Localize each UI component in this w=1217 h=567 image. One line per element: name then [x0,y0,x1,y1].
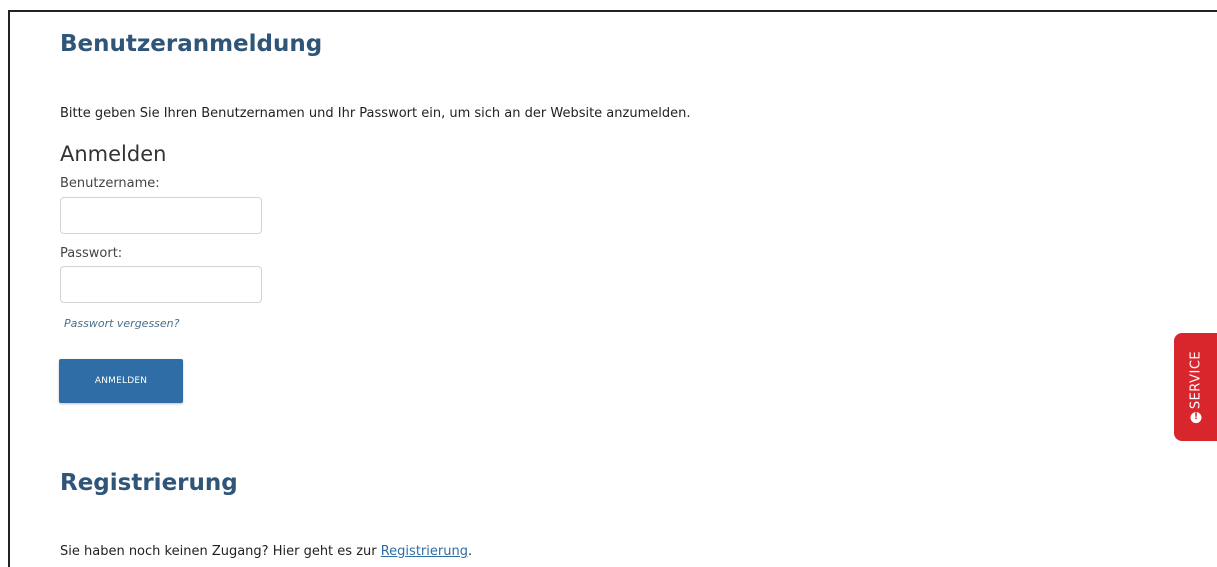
login-form-heading: Anmelden [60,142,167,166]
username-label: Benutzername: [60,176,160,191]
login-button[interactable]: ANMELDEN [59,359,183,403]
password-label: Passwort: [60,246,123,261]
login-title: Benutzeranmeldung [60,31,323,57]
service-tab-content: ! SERVICE [1188,350,1203,424]
forgot-password-link[interactable]: Passwort vergessen? [64,317,179,330]
registration-text-after: . [467,544,473,559]
registration-title: Registrierung [60,470,238,496]
login-intro-text: Bitte geben Sie Ihren Benutzernamen und … [60,106,691,121]
service-tab-button[interactable]: ! SERVICE [1174,333,1217,441]
info-icon: ! [1190,412,1201,424]
service-tab-label: SERVICE [1188,350,1203,410]
registration-link[interactable]: Registrierung [381,544,468,559]
registration-text: Sie haben noch keinen Zugang? Hier geht … [60,544,472,559]
registration-text-before: Sie haben noch keinen Zugang? Hier geht … [60,544,381,559]
username-input[interactable] [60,197,262,234]
password-input[interactable] [60,266,262,303]
